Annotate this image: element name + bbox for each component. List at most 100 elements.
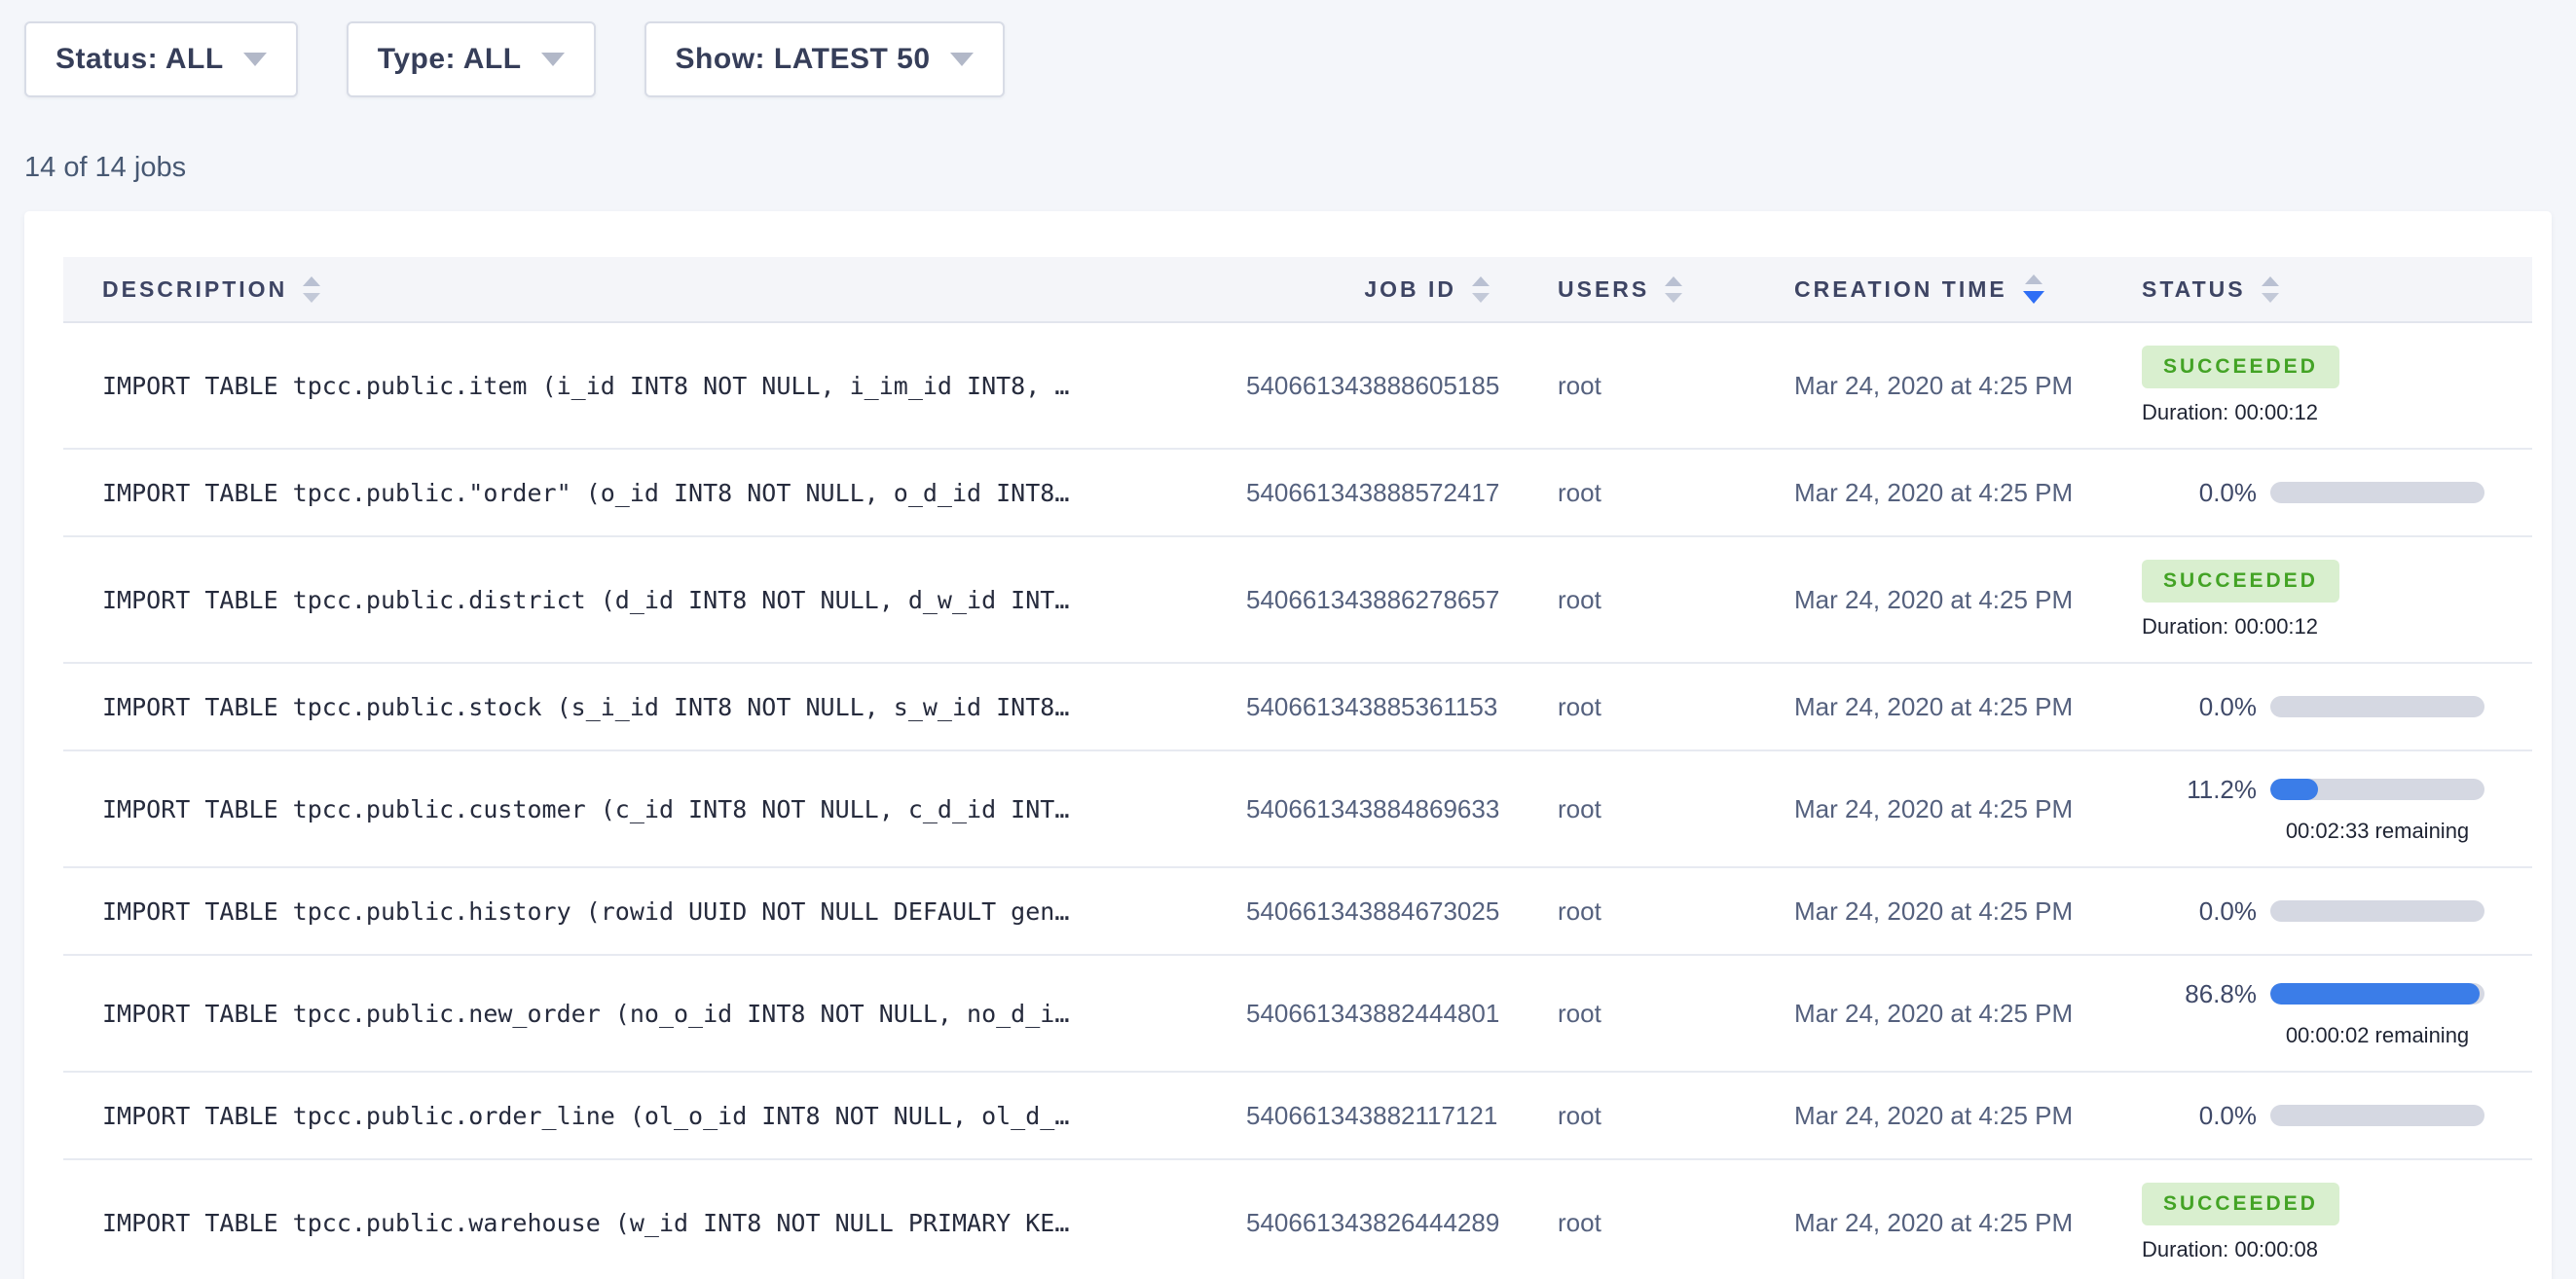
job-user: root — [1519, 1208, 1752, 1238]
job-status: 86.8% 00:00:02 remaining — [2103, 979, 2532, 1048]
show-filter-label: Show: LATEST 50 — [676, 43, 931, 76]
job-creation-time: Mar 24, 2020 at 4:25 PM — [1752, 999, 2103, 1029]
job-id: 540661343882117121 — [1246, 1101, 1519, 1131]
table-header-row: DESCRIPTION JOB ID USERS CREATION TIME S… — [63, 257, 2532, 323]
sort-arrows-icon[interactable] — [1665, 276, 1682, 303]
status-progress: 0.0% — [2142, 896, 2532, 927]
sort-arrows-icon[interactable] — [303, 276, 320, 303]
job-status: SUCCEEDED Duration: 00:00:12 — [2103, 560, 2532, 640]
job-description: IMPORT TABLE tpcc.public.new_order (no_o… — [63, 1000, 1246, 1028]
column-header-job-id[interactable]: JOB ID — [1246, 276, 1519, 303]
column-header-users[interactable]: USERS — [1519, 276, 1752, 303]
chevron-down-icon — [243, 53, 267, 66]
job-user: root — [1519, 999, 1752, 1029]
progress-percent: 0.0% — [2142, 896, 2257, 927]
sort-arrows-icon[interactable] — [2262, 276, 2279, 303]
column-header-description[interactable]: DESCRIPTION — [63, 276, 1246, 303]
progress-remaining: 00:02:33 remaining — [2270, 819, 2484, 844]
status-progress: 0.0% — [2142, 692, 2532, 722]
job-status: 11.2% 00:02:33 remaining — [2103, 775, 2532, 844]
column-header-label: CREATION TIME — [1794, 276, 2007, 303]
job-description: IMPORT TABLE tpcc.public.order_line (ol_… — [63, 1102, 1246, 1130]
table-row: IMPORT TABLE tpcc.public.warehouse (w_id… — [63, 1160, 2532, 1279]
status-filter-label: Status: ALL — [55, 43, 224, 76]
job-status: 0.0% — [2103, 692, 2532, 722]
status-progress: 11.2% 00:02:33 remaining — [2142, 775, 2532, 844]
job-creation-time: Mar 24, 2020 at 4:25 PM — [1752, 896, 2103, 927]
job-description: IMPORT TABLE tpcc.public.history (rowid … — [63, 897, 1246, 926]
job-description: IMPORT TABLE tpcc.public."order" (o_id I… — [63, 479, 1246, 507]
job-creation-time: Mar 24, 2020 at 4:25 PM — [1752, 371, 2103, 401]
progress-bar — [2270, 779, 2484, 800]
job-status: 0.0% — [2103, 478, 2532, 508]
job-user: root — [1519, 692, 1752, 722]
job-id: 540661343826444289 — [1246, 1208, 1519, 1238]
status-succeeded: SUCCEEDED Duration: 00:00:12 — [2142, 346, 2532, 425]
job-user: root — [1519, 585, 1752, 615]
progress-bar — [2270, 482, 2484, 503]
progress-bar — [2270, 1105, 2484, 1126]
table-row: IMPORT TABLE tpcc.public."order" (o_id I… — [63, 450, 2532, 537]
job-description: IMPORT TABLE tpcc.public.stock (s_i_id I… — [63, 693, 1246, 721]
progress-bar — [2270, 983, 2484, 1005]
status-succeeded: SUCCEEDED Duration: 00:00:12 — [2142, 560, 2532, 640]
status-filter-dropdown[interactable]: Status: ALL — [24, 21, 298, 97]
job-id: 540661343884673025 — [1246, 896, 1519, 927]
job-user: root — [1519, 1101, 1752, 1131]
type-filter-label: Type: ALL — [378, 43, 522, 76]
show-filter-dropdown[interactable]: Show: LATEST 50 — [644, 21, 1005, 97]
job-description: IMPORT TABLE tpcc.public.warehouse (w_id… — [63, 1209, 1246, 1237]
status-progress: 86.8% 00:00:02 remaining — [2142, 979, 2532, 1048]
progress-percent: 86.8% — [2142, 979, 2257, 1009]
job-creation-time: Mar 24, 2020 at 4:25 PM — [1752, 692, 2103, 722]
status-badge: SUCCEEDED — [2142, 1183, 2339, 1225]
progress-bar — [2270, 696, 2484, 717]
table-row: IMPORT TABLE tpcc.public.district (d_id … — [63, 537, 2532, 664]
progress-remaining: 00:00:02 remaining — [2270, 1023, 2484, 1048]
table-row: IMPORT TABLE tpcc.public.new_order (no_o… — [63, 956, 2532, 1073]
column-header-label: USERS — [1558, 276, 1649, 303]
status-duration: Duration: 00:00:12 — [2142, 614, 2532, 640]
column-header-creation-time[interactable]: CREATION TIME — [1752, 274, 2103, 304]
progress-percent: 0.0% — [2142, 692, 2257, 722]
job-creation-time: Mar 24, 2020 at 4:25 PM — [1752, 585, 2103, 615]
job-creation-time: Mar 24, 2020 at 4:25 PM — [1752, 1101, 2103, 1131]
table-row: IMPORT TABLE tpcc.public.customer (c_id … — [63, 751, 2532, 868]
column-header-label: DESCRIPTION — [102, 276, 287, 303]
sort-arrows-icon[interactable] — [1472, 276, 1490, 303]
job-user: root — [1519, 478, 1752, 508]
job-description: IMPORT TABLE tpcc.public.item (i_id INT8… — [63, 372, 1246, 400]
type-filter-dropdown[interactable]: Type: ALL — [347, 21, 596, 97]
progress-bar-fill — [2270, 779, 2318, 800]
job-id: 540661343888605185 — [1246, 371, 1519, 401]
job-description: IMPORT TABLE tpcc.public.district (d_id … — [63, 586, 1246, 614]
progress-percent: 11.2% — [2142, 775, 2257, 805]
table-row: IMPORT TABLE tpcc.public.order_line (ol_… — [63, 1073, 2532, 1160]
job-id: 540661343886278657 — [1246, 585, 1519, 615]
job-id: 540661343882444801 — [1246, 999, 1519, 1029]
job-status: SUCCEEDED Duration: 00:00:08 — [2103, 1183, 2532, 1262]
status-duration: Duration: 00:00:12 — [2142, 400, 2532, 425]
status-badge: SUCCEEDED — [2142, 346, 2339, 388]
job-status: 0.0% — [2103, 896, 2532, 927]
column-header-status[interactable]: STATUS — [2103, 276, 2532, 303]
progress-bar — [2270, 900, 2484, 922]
status-succeeded: SUCCEEDED Duration: 00:00:08 — [2142, 1183, 2532, 1262]
chevron-down-icon — [541, 53, 565, 66]
job-status: SUCCEEDED Duration: 00:00:12 — [2103, 346, 2532, 425]
progress-percent: 0.0% — [2142, 1101, 2257, 1131]
table-body: IMPORT TABLE tpcc.public.item (i_id INT8… — [63, 323, 2532, 1279]
table-row: IMPORT TABLE tpcc.public.stock (s_i_id I… — [63, 664, 2532, 751]
table-row: IMPORT TABLE tpcc.public.item (i_id INT8… — [63, 323, 2532, 450]
job-user: root — [1519, 896, 1752, 927]
job-user: root — [1519, 794, 1752, 824]
job-creation-time: Mar 24, 2020 at 4:25 PM — [1752, 478, 2103, 508]
status-progress: 0.0% — [2142, 478, 2532, 508]
sort-arrows-icon-active[interactable] — [2023, 274, 2044, 304]
filter-bar: Status: ALL Type: ALL Show: LATEST 50 — [24, 21, 2552, 97]
job-creation-time: Mar 24, 2020 at 4:25 PM — [1752, 1208, 2103, 1238]
job-user: root — [1519, 371, 1752, 401]
jobs-count: 14 of 14 jobs — [24, 152, 2552, 184]
job-id: 540661343884869633 — [1246, 794, 1519, 824]
chevron-down-icon — [950, 53, 974, 66]
